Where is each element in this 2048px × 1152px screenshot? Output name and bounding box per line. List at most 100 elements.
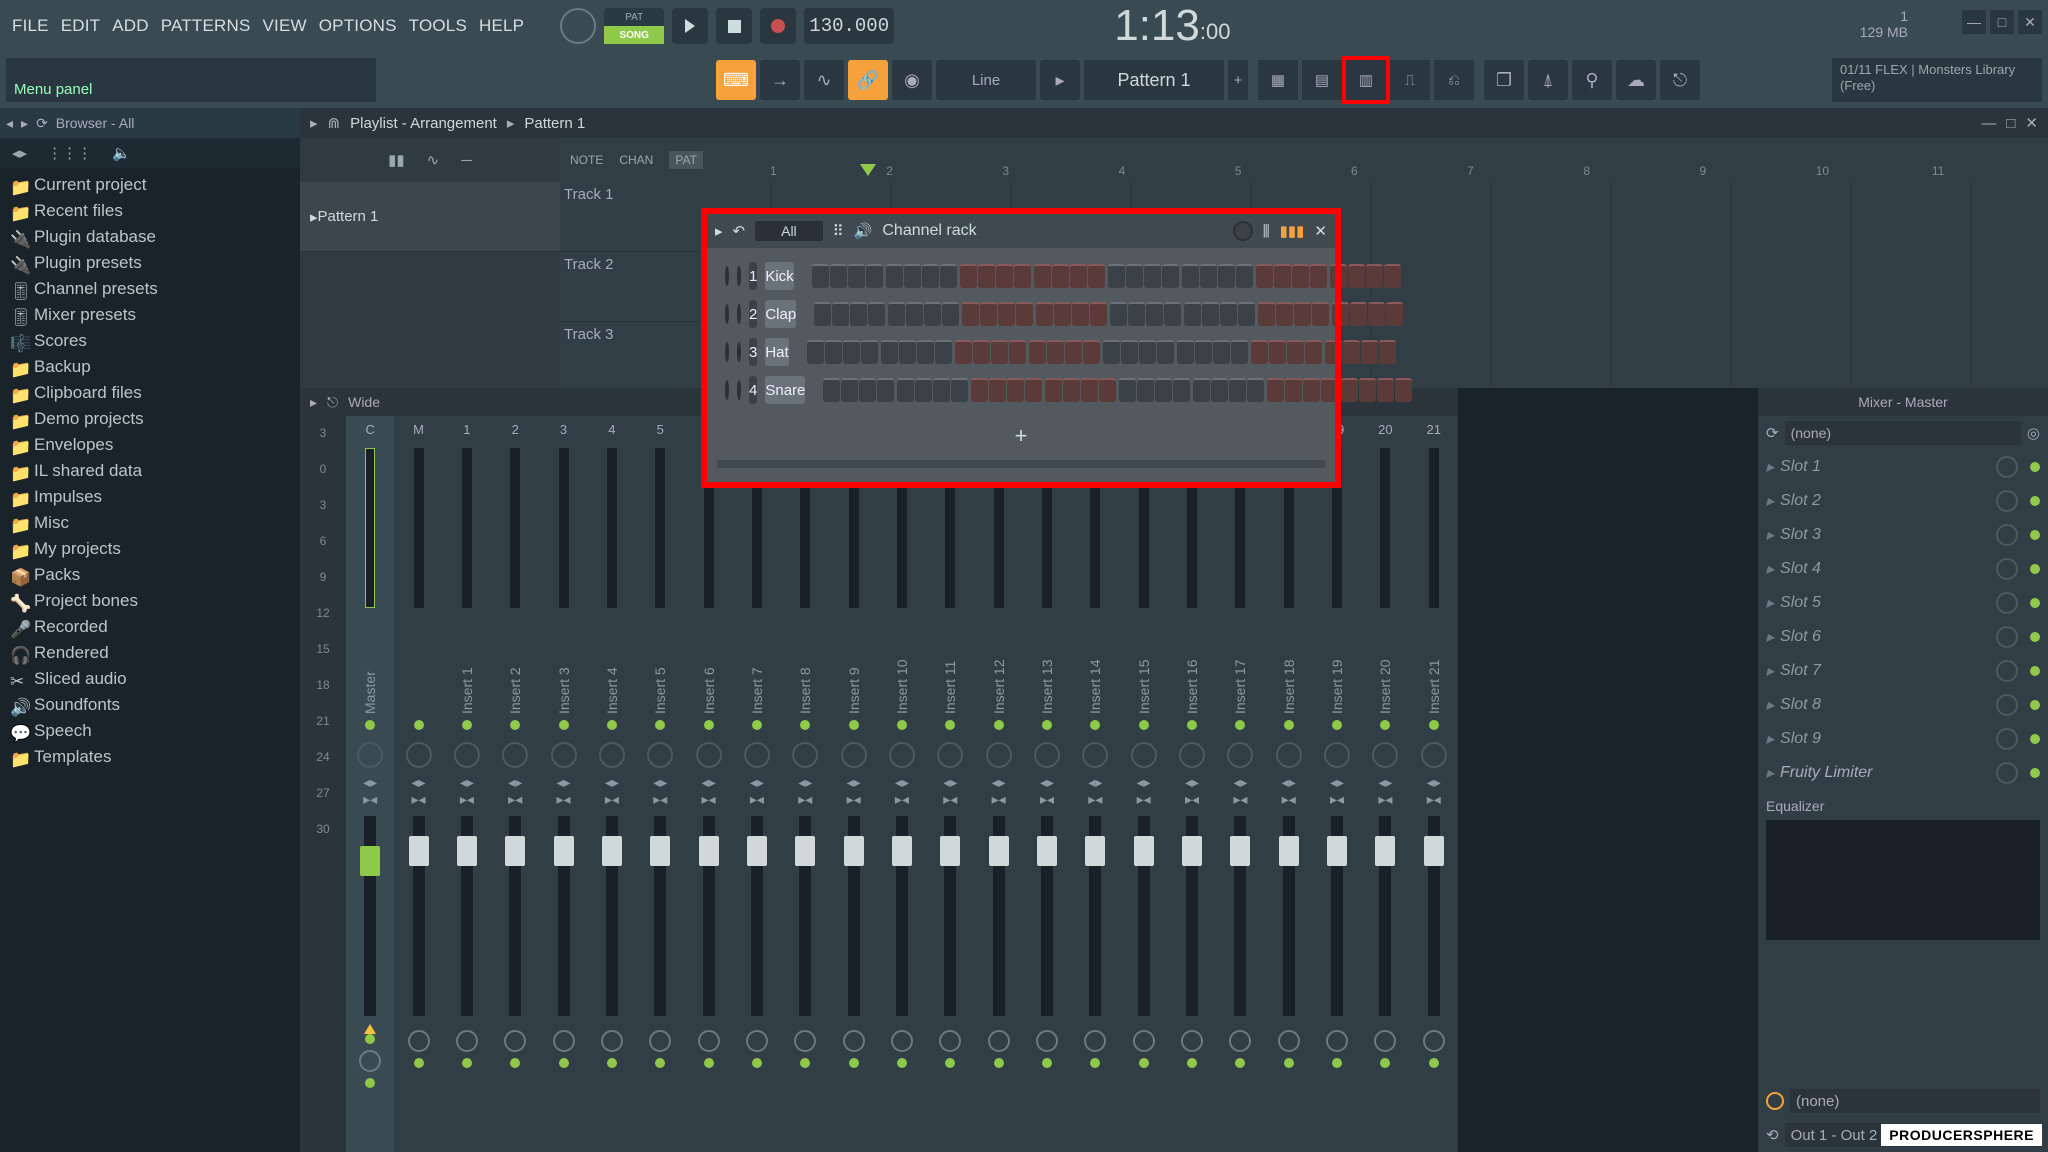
fader-cap[interactable] (1375, 836, 1395, 866)
browser-fwd-icon[interactable]: ▸ (21, 115, 28, 132)
step-cell[interactable] (1343, 340, 1360, 364)
ch-pan-knob[interactable] (1179, 742, 1205, 768)
mixer-insert-channel[interactable]: 4Insert 4◂▸▸◂ (588, 416, 636, 1152)
step-cell[interactable] (1200, 264, 1217, 288)
mixer-insert-channel[interactable]: 5Insert 5◂▸▸◂ (636, 416, 684, 1152)
step-cell[interactable] (1325, 340, 1342, 364)
ch-pan-knob[interactable] (406, 742, 432, 768)
step-cell[interactable] (1081, 378, 1098, 402)
step-cell[interactable] (1218, 264, 1235, 288)
fader-cap[interactable] (1134, 836, 1154, 866)
fx-mix-knob[interactable] (1996, 456, 2018, 478)
cr-menu-icon[interactable]: ▸ (715, 222, 723, 240)
play-button[interactable] (672, 8, 708, 44)
browser-item[interactable]: 🎧Rendered (0, 640, 300, 666)
fx-mix-knob[interactable] (1996, 490, 2018, 512)
step-cell[interactable] (1303, 378, 1320, 402)
ch-pan-knob[interactable] (1324, 742, 1350, 768)
step-cell[interactable] (1231, 340, 1248, 364)
ch-pan-knob[interactable] (792, 742, 818, 768)
add-channel-button[interactable]: + (717, 422, 1325, 450)
ch-enable-led[interactable] (800, 720, 810, 730)
step-cell[interactable] (1016, 302, 1033, 326)
step-cell[interactable] (1348, 264, 1365, 288)
fader-cap[interactable] (892, 836, 912, 866)
tool-plugin[interactable]: ⚲ (1572, 60, 1612, 100)
mixer-insert-channel[interactable]: 21Insert 21◂▸▸◂ (1410, 416, 1458, 1152)
fader-cap[interactable] (409, 836, 429, 866)
ch-mute-led[interactable] (994, 1058, 1004, 1068)
ch-enable-led[interactable] (1042, 720, 1052, 730)
step-cell[interactable] (1195, 340, 1212, 364)
browser-item[interactable]: 🎼Scores (0, 328, 300, 354)
fader-cap[interactable] (1182, 836, 1202, 866)
tool-copy[interactable]: ❐ (1484, 60, 1524, 100)
browser-item[interactable]: 📦Packs (0, 562, 300, 588)
ch-enable-led[interactable] (945, 720, 955, 730)
mixer-insert-channel[interactable]: 3Insert 3◂▸▸◂ (539, 416, 587, 1152)
ch-route-target[interactable] (649, 1030, 671, 1052)
fx-mix-knob[interactable] (1996, 694, 2018, 716)
ch-fader[interactable] (1186, 816, 1198, 1016)
ch-mute-led[interactable] (365, 1078, 375, 1088)
ch-mute-led[interactable] (559, 1058, 569, 1068)
fx-mix-knob[interactable] (1996, 762, 2018, 784)
fx-slot[interactable]: ▸Slot 6 (1758, 620, 2048, 654)
ch-fx-led[interactable] (365, 1034, 375, 1044)
step-cell[interactable] (1251, 340, 1268, 364)
ch-fader[interactable] (558, 816, 570, 1016)
view-playlist-button[interactable]: ▦ (1258, 60, 1298, 100)
ch-stereo-sep[interactable]: ◂▸▸◂ (1088, 774, 1102, 808)
ch-mute-led[interactable] (800, 1058, 810, 1068)
fader-cap[interactable] (989, 836, 1009, 866)
step-cell[interactable] (861, 340, 878, 364)
ch-enable-led[interactable] (1429, 720, 1439, 730)
ch-mute-led[interactable] (1429, 1058, 1439, 1068)
step-cell[interactable] (980, 302, 997, 326)
ch-route-target[interactable] (359, 1050, 381, 1072)
ch-stereo-sep[interactable]: ◂▸▸◂ (702, 774, 716, 808)
fx-slot[interactable]: ▸Slot 8 (1758, 688, 2048, 722)
ch-pan-knob[interactable] (1276, 742, 1302, 768)
fader-cap[interactable] (457, 836, 477, 866)
cr-grip-icon[interactable]: ⠿ (833, 222, 844, 240)
ch-route-target[interactable] (1374, 1030, 1396, 1052)
cr-group-select[interactable]: All (755, 221, 823, 241)
ch-stereo-sep[interactable]: ◂▸▸◂ (1137, 774, 1151, 808)
ch-stereo-sep[interactable]: ◂▸▸◂ (1185, 774, 1199, 808)
step-cell[interactable] (1361, 340, 1378, 364)
step-cell[interactable] (1236, 264, 1253, 288)
step-cell[interactable] (991, 340, 1008, 364)
fx-enable-led[interactable] (2030, 496, 2040, 506)
step-cell[interactable] (1341, 378, 1358, 402)
step-cell[interactable] (1193, 378, 1210, 402)
countdown-button[interactable]: 🔗 (848, 60, 888, 100)
ch-stereo-sep[interactable]: ◂▸▸◂ (557, 774, 571, 808)
fader-cap[interactable] (1085, 836, 1105, 866)
playlist-menu-icon[interactable]: ▸ (310, 114, 318, 132)
browser-item[interactable]: 📁IL shared data (0, 458, 300, 484)
ch-fader[interactable] (364, 816, 376, 1016)
ch-mute-led[interactable] (462, 1058, 472, 1068)
ch-pan-knob[interactable] (551, 742, 577, 768)
pattern-picker-item[interactable]: ▸ Pattern 1 (300, 182, 560, 252)
ch-stereo-sep[interactable]: ◂▸▸◂ (750, 774, 764, 808)
ch-route-target[interactable] (794, 1030, 816, 1052)
ch-stereo-sep[interactable]: ◂▸▸◂ (508, 774, 522, 808)
menu-view[interactable]: VIEW (257, 12, 313, 40)
ch-enable-led[interactable] (607, 720, 617, 730)
ch-stereo-sep[interactable]: ◂▸▸◂ (847, 774, 861, 808)
step-cell[interactable] (1292, 264, 1309, 288)
ch-fader[interactable] (606, 816, 618, 1016)
ch-pan-knob[interactable] (889, 742, 915, 768)
ch-pan-knob[interactable] (986, 742, 1012, 768)
pl-auto-icon[interactable]: ∿ (427, 151, 440, 169)
ch-pan-knob[interactable] (599, 742, 625, 768)
ch-fader[interactable] (751, 816, 763, 1016)
mixer-insert-channel[interactable]: 10Insert 10◂▸▸◂ (878, 416, 926, 1152)
wait-input-button[interactable]: ∿ (804, 60, 844, 100)
fader-cap[interactable] (650, 836, 670, 866)
ch-enable-led[interactable] (365, 720, 375, 730)
ch-route-target[interactable] (843, 1030, 865, 1052)
ch-mixer-route[interactable]: 3 (749, 338, 757, 366)
